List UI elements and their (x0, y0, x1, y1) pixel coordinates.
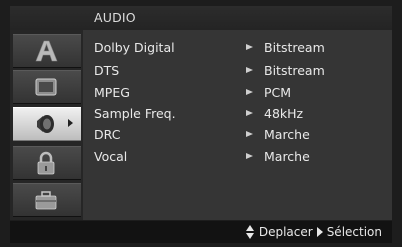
setting-label: DTS (94, 63, 120, 78)
language-tab[interactable] (13, 34, 81, 68)
briefcase-icon (33, 188, 59, 212)
pointer-arrow-icon (246, 110, 253, 116)
pointer-arrow-icon (246, 89, 253, 95)
pointer-arrow-icon (246, 131, 253, 137)
right-arrow-icon (316, 227, 323, 237)
setting-value: 48kHz (264, 106, 304, 121)
tv-screen-icon (33, 75, 59, 99)
lock-tab[interactable] (13, 146, 81, 180)
audio-tab[interactable] (13, 107, 81, 141)
pointer-arrow-icon (246, 67, 253, 73)
padlock-icon (33, 151, 59, 175)
setting-label: Sample Freq. (94, 106, 176, 121)
setting-value: Marche (264, 127, 310, 142)
display-tab[interactable] (13, 70, 81, 104)
pointer-arrow-icon (246, 44, 253, 50)
move-hint-label: Deplacer (258, 225, 313, 239)
select-hint-label: Sélection (326, 225, 382, 239)
up-down-arrow-icon (245, 225, 255, 239)
submenu-arrow-icon (68, 119, 73, 127)
pointer-arrow-icon (246, 153, 253, 159)
navigation-hint: Deplacer Sélection (245, 225, 382, 239)
settings-panel (83, 30, 392, 220)
other-tab[interactable] (13, 183, 81, 217)
setting-value: Bitstream (264, 40, 325, 55)
speaker-icon (33, 112, 59, 136)
setting-label: Dolby Digital (94, 40, 175, 55)
setting-value: Marche (264, 149, 310, 164)
setting-value: Bitstream (264, 63, 325, 78)
menu-title: AUDIO (94, 10, 136, 25)
setting-label: Vocal (94, 149, 128, 164)
setting-value: PCM (264, 85, 292, 100)
setting-label: DRC (94, 127, 121, 142)
setting-label: MPEG (94, 85, 130, 100)
letter-a-icon (33, 39, 59, 63)
title-bar (10, 6, 392, 30)
